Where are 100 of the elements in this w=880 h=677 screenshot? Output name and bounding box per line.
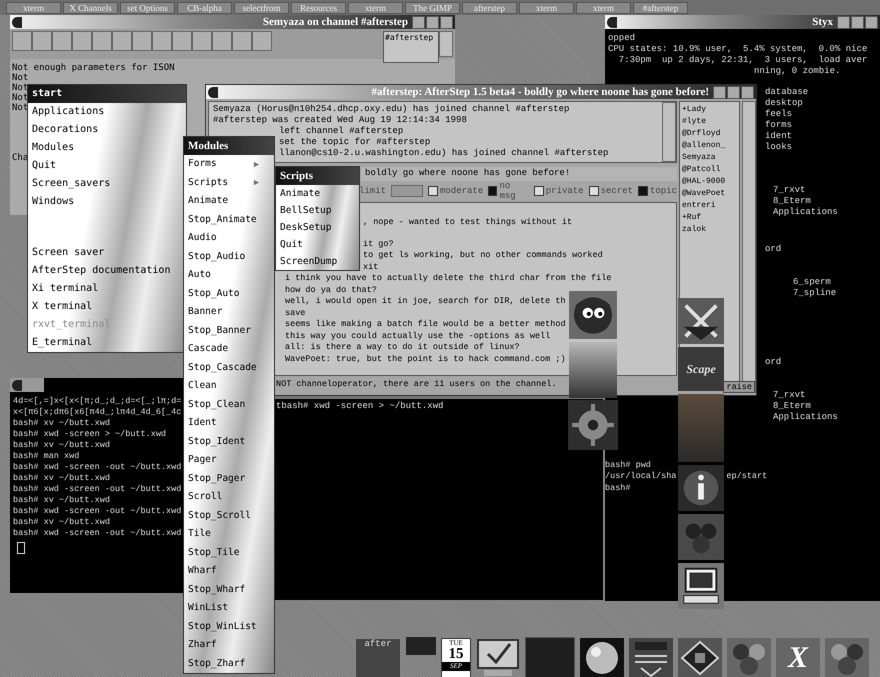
menu-item[interactable]: Modules <box>28 139 78 157</box>
toolbar-button[interactable] <box>212 31 232 51</box>
iconify-button[interactable] <box>412 16 425 28</box>
channel-item[interactable]: #afterstep <box>384 32 438 43</box>
gear-icon[interactable] <box>568 400 618 450</box>
nick-item[interactable]: @WavePoet <box>682 188 737 200</box>
nick-item[interactable]: Semyaza <box>682 152 737 164</box>
shade-button[interactable] <box>851 16 864 28</box>
info-icon[interactable] <box>678 465 724 511</box>
window-icon[interactable] <box>12 380 22 390</box>
menu-item[interactable]: Quit <box>276 236 307 253</box>
menu-item[interactable]: Stop_Animate <box>184 210 264 229</box>
checkbox[interactable] <box>638 186 648 196</box>
menu-item[interactable]: Wharf <box>184 562 264 580</box>
menu-item[interactable]: Animate <box>276 185 324 202</box>
menu-item[interactable]: Audio <box>184 229 264 248</box>
nick-item[interactable]: @Patcoll <box>682 164 737 176</box>
shade-button[interactable] <box>727 86 740 98</box>
menu-item[interactable]: Screen saver <box>28 244 108 262</box>
dark-tile[interactable] <box>525 637 575 677</box>
menu-item[interactable]: Stop_Tile <box>184 544 264 562</box>
menu-item[interactable]: Ident <box>184 414 264 432</box>
menu-item[interactable]: ScreenDump <box>276 253 342 270</box>
menu-item[interactable]: WinList <box>184 599 264 618</box>
toolbar-button[interactable] <box>92 31 112 51</box>
menu-item[interactable]: Screen_savers <box>28 175 114 193</box>
nick-item[interactable]: zalok <box>682 224 737 236</box>
menu-item[interactable]: Tile <box>184 525 264 544</box>
menu-item[interactable]: Scroll <box>184 488 264 506</box>
tray-icon[interactable] <box>629 638 673 677</box>
computer-icon[interactable] <box>678 563 724 609</box>
toolbar-button[interactable] <box>252 31 272 51</box>
gradient-icon[interactable] <box>568 342 618 398</box>
toolbar-button[interactable] <box>152 31 172 51</box>
topic-field[interactable]: boldly go where noone has gone before! <box>361 167 677 181</box>
x-logo[interactable]: X <box>776 638 820 677</box>
close-button[interactable] <box>865 16 878 28</box>
splat-icon[interactable] <box>825 638 869 677</box>
iconify-button[interactable] <box>713 86 726 98</box>
toolbar-button[interactable] <box>52 31 72 51</box>
menu-item[interactable]: Stop_Zharf <box>184 654 264 673</box>
iconify-button[interactable] <box>837 16 850 28</box>
toolbar-button[interactable] <box>132 31 152 51</box>
shade-button[interactable] <box>426 16 439 28</box>
nick-item[interactable]: @allenon_ <box>682 140 737 152</box>
menu-item[interactable]: Quit <box>28 157 60 175</box>
toolbar-button[interactable] <box>72 31 92 51</box>
nick-item[interactable]: +Ruf <box>682 212 737 224</box>
menu-item[interactable]: Scripts <box>184 174 264 192</box>
nick-item[interactable]: @HAL-9000 <box>682 176 737 188</box>
nick-item[interactable]: @Drfloyd <box>682 128 737 140</box>
chip-icon[interactable] <box>678 638 722 677</box>
menu-item[interactable]: Forms <box>184 155 264 174</box>
ornament-tile[interactable]: Scape <box>678 347 724 391</box>
toolbar-button[interactable] <box>232 31 252 51</box>
scrollbar[interactable] <box>439 31 453 57</box>
menu-item[interactable]: Zharf <box>184 636 264 654</box>
nick-item[interactable]: entreri <box>682 200 737 212</box>
menu-item[interactable]: Stop_Ident <box>184 432 264 451</box>
menu-item[interactable]: Stop_Banner <box>184 322 264 340</box>
checkmark-monitor-icon[interactable] <box>476 638 520 677</box>
limit-field[interactable] <box>391 185 424 197</box>
nick-item[interactable]: #lyte <box>682 116 737 128</box>
checkbox[interactable] <box>428 186 438 196</box>
menu-item[interactable]: Stop_Audio <box>184 248 264 266</box>
nick-item[interactable]: +Lady <box>682 104 737 116</box>
menu-item[interactable]: Pager <box>184 451 264 470</box>
checkbox[interactable] <box>534 186 544 196</box>
menu-item[interactable]: Decorations <box>28 121 102 139</box>
window-icon[interactable] <box>208 86 218 98</box>
splat-icon[interactable] <box>727 638 771 677</box>
menu-item[interactable]: Stop_WinList <box>184 618 264 636</box>
toolbar-button[interactable] <box>32 31 52 51</box>
checkbox[interactable] <box>488 186 498 196</box>
close-button[interactable] <box>741 86 754 98</box>
menu-item[interactable]: Windows <box>28 193 78 211</box>
tools-icon[interactable] <box>678 298 724 344</box>
menu-item[interactable]: Applications <box>28 103 108 121</box>
raise-button[interactable]: raise <box>723 381 755 393</box>
menu-item[interactable]: AfterStep documentation <box>28 262 174 280</box>
menu-item[interactable]: Stop_Auto <box>184 284 264 303</box>
menu-item[interactable]: E_terminal <box>28 334 96 352</box>
toolbar-button[interactable] <box>172 31 192 51</box>
scrollbar[interactable] <box>662 102 676 162</box>
menu-item[interactable]: Xi terminal <box>28 280 102 298</box>
menu-item[interactable]: Stop_Clean <box>184 396 264 414</box>
menu-item[interactable]: Auto <box>184 266 264 284</box>
menu-item[interactable]: DeskSetup <box>276 219 336 236</box>
checkbox[interactable] <box>588 186 599 196</box>
menu-item[interactable]: Stop_Scroll <box>184 506 264 525</box>
menu-item[interactable]: Stop_Cascade <box>184 358 264 377</box>
menu-item[interactable]: BellSetup <box>276 202 336 219</box>
logo-tile[interactable]: after <box>355 638 401 677</box>
window-icon[interactable] <box>607 16 617 28</box>
toolbar-button[interactable] <box>192 31 212 51</box>
menu-item[interactable]: Stop_Pager <box>184 470 264 488</box>
window-icon[interactable] <box>12 16 22 28</box>
menu-item[interactable]: Clean <box>184 377 264 396</box>
creature-icon[interactable] <box>568 290 618 340</box>
menu-item[interactable]: Banner <box>184 303 264 322</box>
